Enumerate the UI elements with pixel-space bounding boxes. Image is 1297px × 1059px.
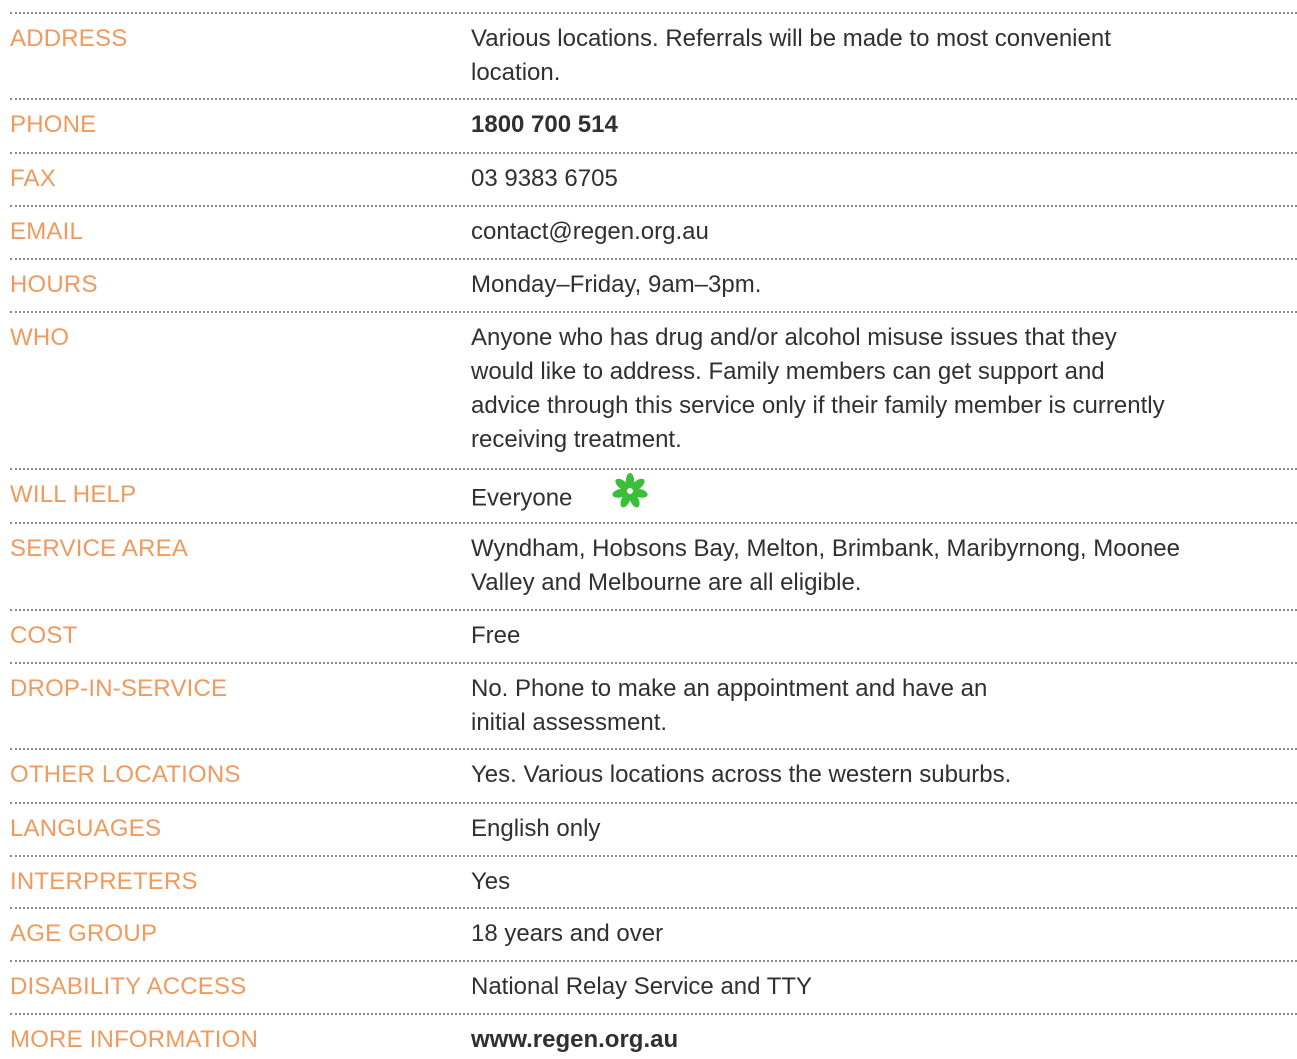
row-will-help: WILL HELP Everyone [10, 468, 1297, 522]
value-address: Various locations. Referrals will be mad… [471, 22, 1286, 90]
value-interpreters: Yes [471, 868, 511, 895]
value-other-locations: Yes. Various locations across the wester… [471, 761, 1012, 788]
row-age-group: AGE GROUP 18 years and over [10, 907, 1297, 960]
website-link[interactable]: www.regen.org.au [471, 1023, 1286, 1057]
value-phone[interactable]: 1800 700 514 [471, 108, 1286, 142]
row-drop-in-service: DROP-IN-SERVICE No. Phone to make an app… [10, 662, 1297, 748]
value-service-area-line-1: Wyndham, Hobsons Bay, Melton, Brimbank, … [471, 535, 1180, 562]
value-who-line-2: would like to address. Family members ca… [471, 358, 1105, 385]
value-fax: 03 9383 6705 [471, 165, 618, 192]
label-hours: HOURS [10, 271, 98, 298]
service-info-table: ADDRESS Various locations. Referrals wil… [0, 0, 1297, 1059]
value-languages: English only [471, 815, 601, 842]
value-disability-access: National Relay Service and TTY [471, 973, 813, 1000]
row-hours: HOURS Monday–Friday, 9am–3pm. [10, 258, 1297, 311]
label-interpreters: INTERPRETERS [10, 868, 198, 895]
value-hours: Monday–Friday, 9am–3pm. [471, 271, 762, 298]
value-will-help: Everyone [471, 473, 1286, 520]
label-email: EMAIL [10, 218, 84, 245]
row-address: ADDRESS Various locations. Referrals wil… [10, 12, 1297, 98]
value-drop-in-service-line-2: initial assessment. [471, 709, 668, 736]
row-email: EMAIL contact@regen.org.au [10, 205, 1297, 258]
value-cost: Free [471, 622, 521, 649]
label-fax: FAX [10, 165, 56, 192]
row-phone: PHONE 1800 700 514 [10, 98, 1297, 152]
value-who-line-1: Anyone who has drug and/or alcohol misus… [471, 324, 1117, 351]
label-disability-access: DISABILITY ACCESS [10, 973, 247, 1000]
row-service-area: SERVICE AREA Wyndham, Hobsons Bay, Melto… [10, 522, 1297, 609]
label-phone: PHONE [10, 111, 97, 138]
label-more-information: MORE INFORMATION [10, 1026, 259, 1053]
value-service-area: Wyndham, Hobsons Bay, Melton, Brimbank, … [471, 532, 1286, 600]
label-age-group: AGE GROUP [10, 920, 158, 947]
value-who-line-4: receiving treatment. [471, 426, 682, 453]
label-languages: LANGUAGES [10, 815, 162, 842]
green-flower-icon [611, 472, 649, 520]
label-cost: COST [10, 622, 78, 649]
value-drop-in-service: No. Phone to make an appointment and hav… [471, 672, 1286, 740]
value-address-line-1: Various locations. Referrals will be mad… [471, 25, 1111, 52]
row-cost: COST Free [10, 609, 1297, 662]
row-other-locations: OTHER LOCATIONS Yes. Various locations a… [10, 748, 1297, 802]
row-languages: LANGUAGES English only [10, 802, 1297, 855]
row-interpreters: INTERPRETERS Yes [10, 855, 1297, 907]
value-will-help-text: Everyone [471, 484, 573, 512]
row-fax: FAX 03 9383 6705 [10, 152, 1297, 205]
value-drop-in-service-line-1: No. Phone to make an appointment and hav… [471, 675, 988, 702]
label-drop-in-service: DROP-IN-SERVICE [10, 675, 228, 702]
value-who-line-3: advice through this service only if thei… [471, 392, 1165, 419]
value-age-group: 18 years and over [471, 920, 664, 947]
value-service-area-line-2: Valley and Melbourne are all eligible. [471, 569, 862, 596]
value-address-line-2: location. [471, 59, 561, 86]
row-more-information: MORE INFORMATION www.regen.org.au [10, 1013, 1297, 1059]
label-service-area: SERVICE AREA [10, 535, 189, 562]
row-who: WHO Anyone who has drug and/or alcohol m… [10, 311, 1297, 468]
label-will-help: WILL HELP [10, 481, 137, 508]
label-address: ADDRESS [10, 25, 128, 52]
value-who: Anyone who has drug and/or alcohol misus… [471, 321, 1286, 457]
label-other-locations: OTHER LOCATIONS [10, 761, 241, 788]
row-disability-access: DISABILITY ACCESS National Relay Service… [10, 960, 1297, 1013]
label-who: WHO [10, 324, 70, 351]
value-email[interactable]: contact@regen.org.au [471, 215, 1286, 249]
